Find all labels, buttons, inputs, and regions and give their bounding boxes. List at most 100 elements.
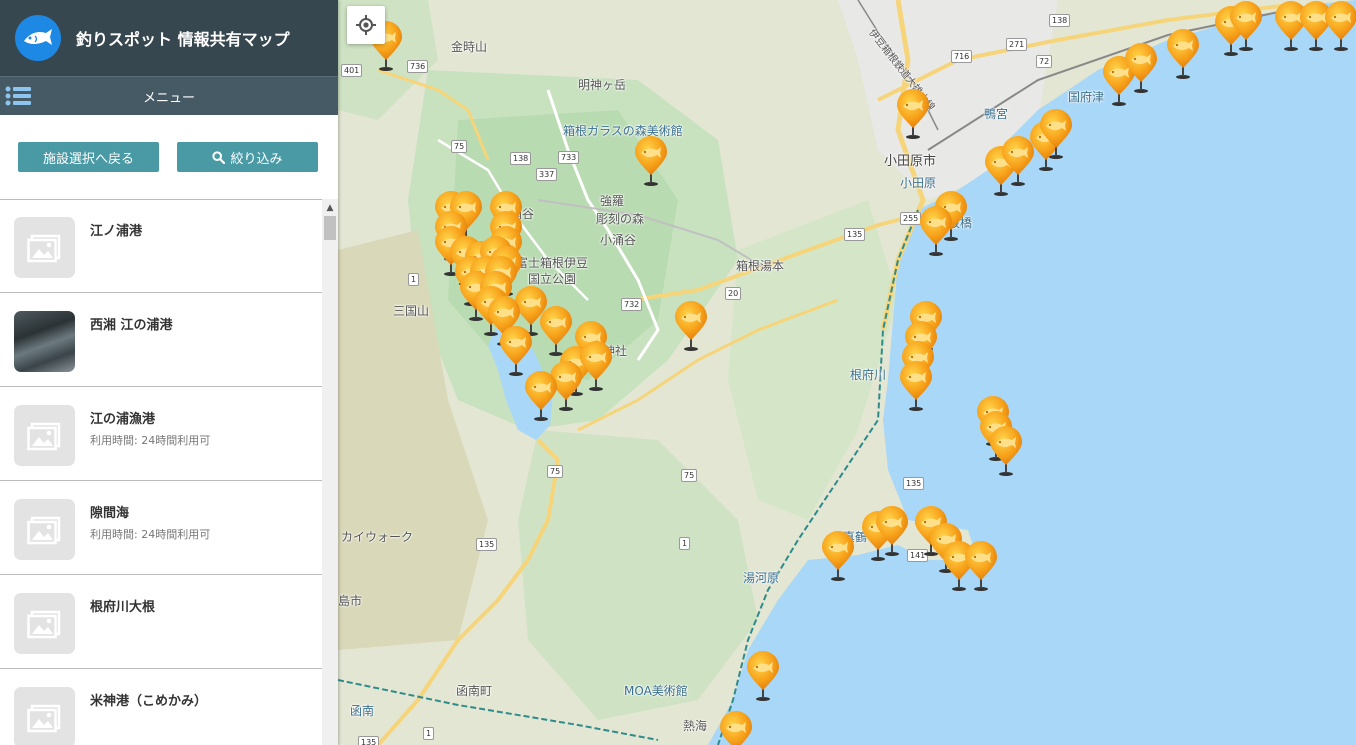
list-menu-icon[interactable] <box>5 86 31 110</box>
fishing-spot-marker-icon[interactable] <box>633 135 669 187</box>
back-to-facility-button[interactable]: 施設選択へ戻る <box>18 142 159 172</box>
app-title: 釣りスポット 情報共有マップ <box>76 30 290 49</box>
route-number-badge: 135 <box>358 736 380 745</box>
spot-name: 江ノ浦港 <box>90 224 143 239</box>
map-label-kamonomiya: 鴨宮 <box>984 107 1009 121</box>
fishing-spot-marker-icon[interactable] <box>523 370 559 422</box>
scrollbar[interactable]: ▲ <box>322 199 338 745</box>
spot-text: 西湘 江の浦港 <box>90 311 173 333</box>
route-number-badge: 135 <box>476 538 498 551</box>
spot-list-item[interactable]: 根府川大根 <box>0 575 322 669</box>
fishing-spot-marker-icon[interactable] <box>1228 0 1264 52</box>
route-number-badge: 75 <box>681 469 698 482</box>
map-label-odawara-station: 小田原 <box>900 176 937 190</box>
fishing-spot-marker-icon[interactable] <box>1323 0 1356 52</box>
spot-list-item[interactable]: 隙間海利用時間: 24時間利用可 <box>0 481 322 575</box>
image-placeholder-icon <box>14 593 75 654</box>
spot-list: 江ノ浦港 西湘 江の浦港 江の浦漁港 利用時間: 24時間利用可 隙間海 利用時間: 24… <box>0 199 322 745</box>
map-label-moa: MOA美術館 <box>624 684 688 698</box>
route-number-badge: 736 <box>407 60 429 73</box>
spot-list-item[interactable]: 江の浦漁港利用時間: 24時間利用可 <box>0 387 322 481</box>
filter-button-label: 絞り込み <box>230 151 283 167</box>
spot-name: 米神港（こめかみ） <box>90 694 208 709</box>
spot-name: 西湘 江の浦港 <box>90 318 173 333</box>
menu-label: メニュー <box>142 90 195 106</box>
route-number-badge: 1 <box>423 727 435 740</box>
spot-text: 根府川大根 <box>90 593 155 615</box>
menu-bar[interactable]: メニュー <box>0 76 338 115</box>
route-number-badge: 135 <box>903 477 925 490</box>
image-placeholder-icon <box>14 499 75 560</box>
action-buttons: 施設選択へ戻る 絞り込み <box>0 115 338 200</box>
crosshair-icon <box>356 15 376 35</box>
locate-me-button[interactable] <box>347 6 385 44</box>
image-placeholder-icon <box>14 217 75 278</box>
route-number-badge: 1 <box>679 537 691 550</box>
spot-list-item[interactable]: 江ノ浦港 <box>0 199 322 293</box>
image-placeholder-icon <box>14 405 75 466</box>
map-label-mishima: 島市 <box>338 594 363 608</box>
spot-text: 隙間海利用時間: 24時間利用可 <box>90 499 210 542</box>
fishing-spot-marker-icon[interactable] <box>1165 28 1201 80</box>
map-label-kaiwalk: カイウォーク <box>341 530 414 544</box>
fishing-spot-marker-icon[interactable] <box>895 88 931 140</box>
map-label-hakone-yumoto: 箱根湯本 <box>736 259 785 273</box>
spot-name: 江の浦漁港 <box>90 412 156 427</box>
spot-name: 隙間海 <box>90 506 130 521</box>
fishing-spot-marker-icon[interactable] <box>1123 42 1159 94</box>
route-number-badge: 337 <box>536 168 558 181</box>
app-logo-icon[interactable] <box>15 15 61 61</box>
spot-text: 米神港（こめかみ） <box>90 687 207 709</box>
map-label-chokoku: 彫刻の森 <box>596 212 645 226</box>
route-number-badge: 271 <box>1006 38 1028 51</box>
map[interactable]: 金時山 明神ヶ岳 箱根ガラスの森美術館 大涌谷 強羅 彫刻の森 小涌谷 富士箱根… <box>338 0 1356 745</box>
route-number-badge: 135 <box>844 228 866 241</box>
fishing-spot-marker-icon[interactable] <box>1038 108 1074 160</box>
app-header: 釣りスポット 情報共有マップ <box>0 0 338 76</box>
map-label-kowakidani: 小涌谷 <box>600 233 637 247</box>
fishing-spot-marker-icon[interactable] <box>898 360 934 412</box>
spot-hours: 利用時間: 24時間利用可 <box>90 434 211 447</box>
route-number-badge: 138 <box>1049 14 1071 27</box>
map-label-kozu: 国府津 <box>1068 90 1105 104</box>
spot-hours: 利用時間: 24時間利用可 <box>90 528 211 541</box>
map-label-yugawara: 湯河原 <box>743 571 780 585</box>
search-icon <box>212 150 226 164</box>
map-label-odawara-city: 小田原市 <box>884 154 937 169</box>
spot-text: 江ノ浦港 <box>90 217 142 239</box>
fishing-spot-marker-icon[interactable] <box>874 505 910 557</box>
route-number-badge: 20 <box>725 287 742 300</box>
fishing-spot-marker-icon[interactable] <box>820 530 856 582</box>
route-number-badge: 1 <box>408 273 420 286</box>
route-number-badge: 733 <box>558 151 580 164</box>
map-label-kintokisan: 金時山 <box>451 40 488 54</box>
map-label-park: 富士箱根伊豆 国立公園 <box>516 256 589 286</box>
spot-list-item[interactable]: 西湘 江の浦港 <box>0 293 322 387</box>
map-label-gora: 強羅 <box>600 194 625 208</box>
map-label-kannami: 函南町 <box>456 684 493 698</box>
image-placeholder-icon <box>14 687 75 745</box>
map-label-atami: 熱海 <box>683 719 708 733</box>
fishing-spot-marker-icon[interactable] <box>988 425 1024 477</box>
route-number-badge: 138 <box>510 152 532 165</box>
map-label-nebukawa: 根府川 <box>850 368 887 382</box>
fishing-spot-marker-icon[interactable] <box>963 540 999 592</box>
spot-text: 江の浦漁港利用時間: 24時間利用可 <box>90 405 210 448</box>
sidebar: 釣りスポット 情報共有マップ メニュー 施設選択へ戻る 絞り込み 江ノ浦港西湘 … <box>0 0 338 745</box>
route-number-badge: 75 <box>451 140 468 153</box>
spot-list-item[interactable]: 米神港（こめかみ） <box>0 669 322 745</box>
fishing-spot-marker-icon[interactable] <box>745 650 781 702</box>
map-label-myojingatake: 明神ヶ岳 <box>578 78 627 92</box>
route-number-badge: 732 <box>621 298 643 311</box>
scroll-up-arrow-icon[interactable]: ▲ <box>322 199 338 215</box>
spot-name: 根府川大根 <box>90 600 156 615</box>
spot-list-container[interactable]: 江ノ浦港 西湘 江の浦港 江の浦漁港 利用時間: 24時間利用可 隙間海 利用時間: 24… <box>0 199 338 745</box>
scrollbar-thumb[interactable] <box>324 216 336 240</box>
route-number-badge: 75 <box>547 465 564 478</box>
route-number-badge: 716 <box>951 50 973 63</box>
filter-button[interactable]: 絞り込み <box>177 142 318 172</box>
fishing-spot-marker-icon[interactable] <box>718 710 754 745</box>
spot-photo <box>14 311 75 372</box>
fishing-spot-marker-icon[interactable] <box>673 300 709 352</box>
fishing-spot-marker-icon[interactable] <box>918 205 954 257</box>
